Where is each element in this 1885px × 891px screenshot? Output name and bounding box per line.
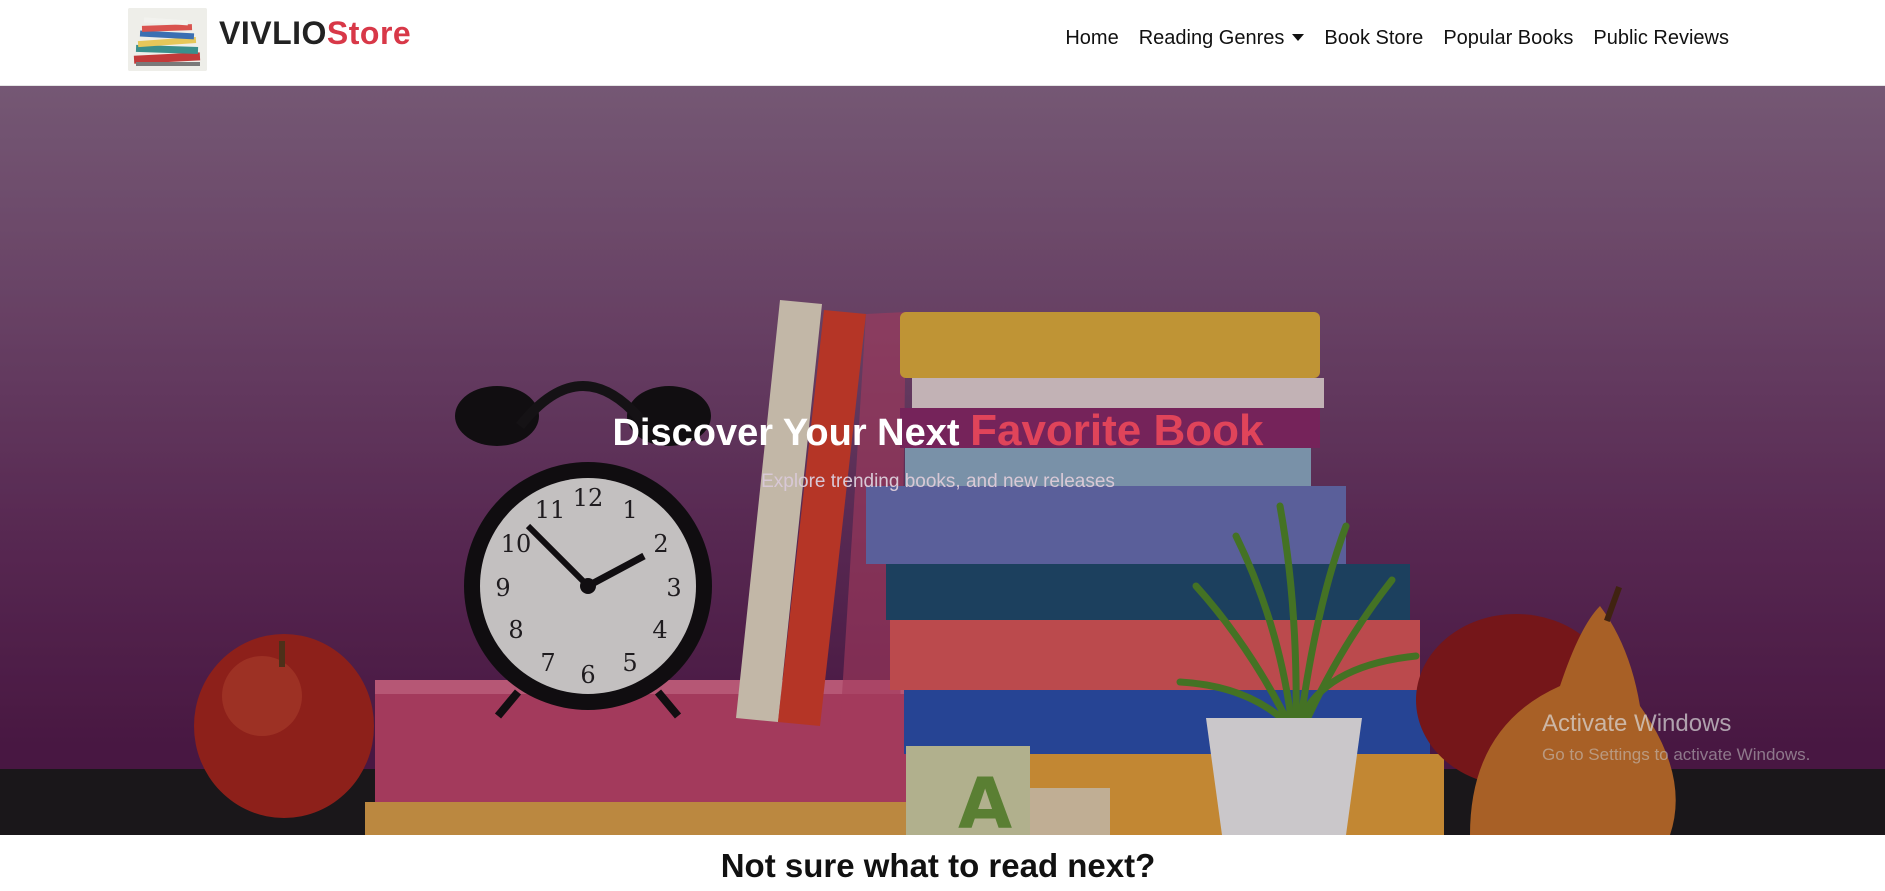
caret-down-icon [1292,33,1305,41]
brand-logo [128,7,207,71]
nav-home[interactable]: Home [1055,26,1128,50]
brand-name: VIVLIOStore [219,17,411,49]
brand-name-accent: Store [326,15,412,51]
nav-public-reviews[interactable]: Public Reviews [1583,26,1739,50]
hero-title-plain: Discover Your Next [612,412,971,454]
recommendation-heading: Not sure what to read next? [720,847,1156,884]
nav-reading-genres-label: Reading Genres [1138,27,1285,49]
nav-book-store[interactable]: Book Store [1314,26,1433,50]
windows-activation-title: Activate Windows [1542,710,1732,737]
windows-activation-subtitle: Go to Settings to activate Windows. [1542,745,1811,764]
main-nav: Home Reading Genres Book Store Popular B… [1055,26,1739,50]
nav-reading-genres-dropdown[interactable]: Reading Genres [1129,26,1315,50]
brand-link[interactable]: VIVLIOStore [128,7,411,71]
brand-name-main: VIVLIO [219,15,327,51]
hero-subtitle: Explore trending books, and new releases [761,471,1115,492]
nav-popular-books[interactable]: Popular Books [1433,26,1583,50]
hero-title-accent: Favorite Book [970,406,1264,455]
navbar: VIVLIOStore Home Reading Genres Book Sto… [0,0,1885,86]
hero-title: Discover Your Next Favorite Book [0,406,1876,456]
